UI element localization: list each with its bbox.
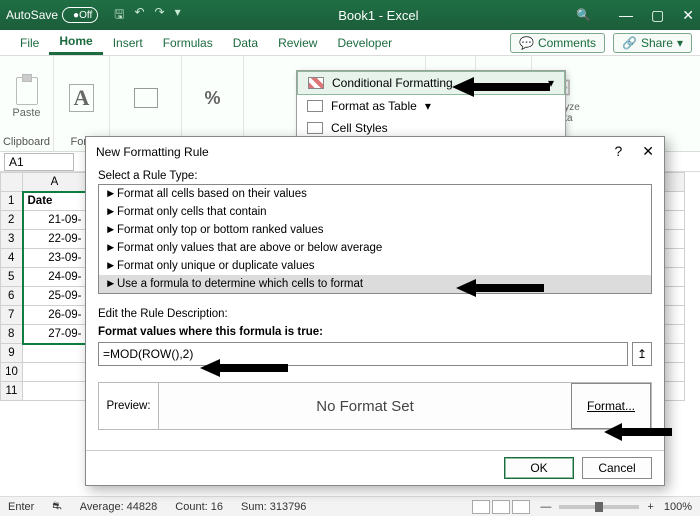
paste-icon[interactable] (16, 77, 38, 105)
view-buttons (472, 500, 530, 514)
paste-label: Paste (12, 107, 40, 119)
view-layout-icon[interactable] (492, 500, 510, 514)
annotation-arrow-icon (200, 358, 290, 378)
range-picker-icon[interactable]: ↥ (632, 342, 652, 366)
annotation-arrow-icon (456, 278, 546, 298)
save-icon[interactable]: 🖫 (114, 5, 124, 26)
search-icon[interactable]: 🔍 (576, 8, 591, 22)
row-header[interactable]: 1 (1, 192, 23, 211)
col-header-a[interactable]: A (23, 173, 87, 192)
preview-box: No Format Set (159, 383, 571, 429)
ribbon-group-clipboard: Paste Clipboard (0, 56, 54, 151)
edit-description-label: Edit the Rule Description: (98, 308, 652, 320)
accessibility-icon[interactable]: ⛐ (52, 500, 62, 514)
rule-top-bottom[interactable]: ►Format only top or bottom ranked values (99, 221, 651, 239)
formula-input[interactable] (98, 342, 628, 366)
ok-button[interactable]: OK (504, 457, 574, 479)
close-icon[interactable]: ✕ (682, 7, 694, 24)
preview-label: Preview: (99, 383, 159, 429)
cancel-button[interactable]: Cancel (582, 457, 652, 479)
rule-cells-contain[interactable]: ►Format only cells that contain (99, 203, 651, 221)
zoom-out-icon[interactable]: — (540, 501, 551, 513)
annotation-arrow-icon (452, 76, 552, 98)
tab-formulas[interactable]: Formulas (153, 30, 223, 55)
stat-sum: Sum: 313796 (241, 501, 306, 513)
help-icon[interactable]: ? (614, 143, 622, 160)
redo-icon[interactable]: ↷ (155, 5, 165, 26)
autosave-toggle[interactable]: ● Off (62, 7, 98, 23)
font-icon[interactable]: A (69, 84, 95, 112)
document-title: Book1 - Excel (181, 8, 576, 23)
tab-file[interactable]: File (10, 30, 49, 55)
quick-access-toolbar: 🖫 ↶ ↷ ▾ (114, 5, 180, 26)
title-bar: AutoSave ● Off 🖫 ↶ ↷ ▾ Book1 - Excel 🔍 —… (0, 0, 700, 30)
rule-use-formula[interactable]: ►Use a formula to determine which cells … (99, 275, 651, 293)
view-pagebreak-icon[interactable] (512, 500, 530, 514)
select-all-corner[interactable] (1, 173, 23, 192)
tab-home[interactable]: Home (49, 30, 102, 55)
cell-a6[interactable]: 25-09- (23, 287, 87, 306)
cell-styles-icon (307, 122, 323, 134)
tab-review[interactable]: Review (268, 30, 327, 55)
stat-average: Average: 44828 (80, 501, 157, 513)
minimize-icon[interactable]: — (619, 7, 633, 24)
annotation-arrow-icon (604, 422, 674, 442)
share-button[interactable]: 🔗 Share ▾ (613, 33, 692, 53)
rule-all-values[interactable]: ►Format all cells based on their values (99, 185, 651, 203)
undo-icon[interactable]: ↶ (134, 5, 144, 26)
conditional-formatting-icon (308, 77, 324, 89)
select-rule-type-label: Select a Rule Type: (98, 170, 652, 182)
dialog-close-icon[interactable]: ✕ (642, 143, 654, 160)
format-table-icon (307, 100, 323, 112)
stat-count: Count: 16 (175, 501, 223, 513)
cell-a4[interactable]: 23-09- (23, 249, 87, 268)
rule-type-list: ►Format all cells based on their values … (98, 184, 652, 294)
cell-a1[interactable]: Date (23, 192, 87, 211)
cell-a3[interactable]: 22-09- (23, 230, 87, 249)
zoom-level: 100% (664, 501, 692, 513)
alignment-icon[interactable] (134, 88, 158, 108)
cell-a8[interactable]: 27-09- (23, 325, 87, 344)
comments-button[interactable]: 💬 Comments (510, 33, 605, 53)
tab-insert[interactable]: Insert (103, 30, 153, 55)
zoom-slider[interactable] (559, 505, 639, 509)
rule-unique-dup[interactable]: ►Format only unique or duplicate values (99, 257, 651, 275)
rule-above-below[interactable]: ►Format only values that are above or be… (99, 239, 651, 257)
tab-data[interactable]: Data (223, 30, 268, 55)
dialog-title: New Formatting Rule (96, 145, 209, 159)
new-formatting-rule-dialog: New Formatting Rule ? ✕ Select a Rule Ty… (85, 136, 665, 486)
ribbon-tabs: File Home Insert Formulas Data Review De… (0, 30, 700, 56)
mode-indicator: Enter (8, 501, 34, 513)
percent-icon[interactable]: % (204, 88, 220, 109)
zoom-in-icon[interactable]: + (647, 501, 653, 513)
view-normal-icon[interactable] (472, 500, 490, 514)
cell-a5[interactable]: 24-09- (23, 268, 87, 287)
menu-format-table[interactable]: Format as Table ▾ (297, 95, 565, 117)
cell-a2[interactable]: 21-09- (23, 211, 87, 230)
autosave-label: AutoSave (6, 8, 58, 22)
tab-developer[interactable]: Developer (327, 30, 402, 55)
restore-icon[interactable]: ▢ (651, 7, 664, 24)
name-box[interactable]: A1 (4, 153, 74, 171)
status-bar: Enter ⛐ Average: 44828 Count: 16 Sum: 31… (0, 496, 700, 516)
cell-a7[interactable]: 26-09- (23, 306, 87, 325)
formula-label: Format values where this formula is true… (98, 326, 652, 338)
